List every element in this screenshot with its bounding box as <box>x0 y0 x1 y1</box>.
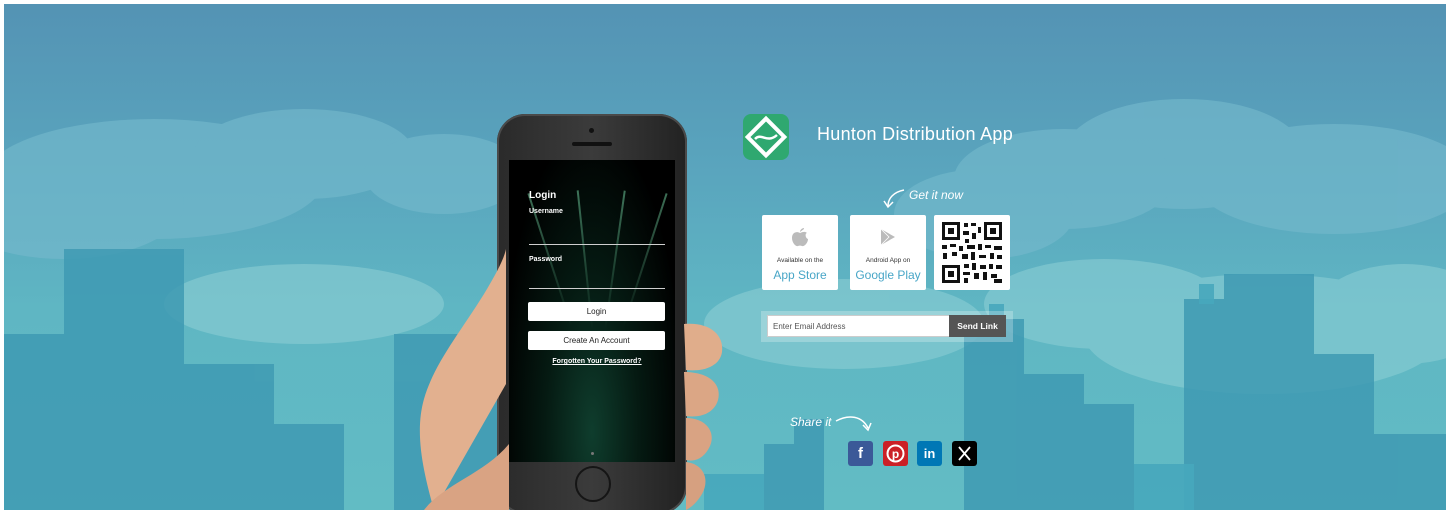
play-icon <box>880 228 895 246</box>
phone-home-button <box>575 466 611 502</box>
sky-city-illustration <box>4 99 1446 510</box>
x-icon[interactable] <box>952 441 977 466</box>
share-it-label: Share it <box>790 415 832 429</box>
username-field[interactable] <box>529 244 665 245</box>
phone-screen: Login Username Password Login Create An … <box>509 160 675 462</box>
phone-mockup: Login Username Password Login Create An … <box>497 114 687 510</box>
get-it-now-label: Get it now <box>909 188 964 202</box>
app-store-small-text: Available on the <box>776 257 824 264</box>
qr-code-icon <box>934 215 1010 290</box>
screen-dot <box>591 452 594 455</box>
email-input[interactable] <box>767 315 953 337</box>
forgot-password-link[interactable]: Forgotten Your Password? <box>529 358 665 365</box>
password-label: Password <box>529 256 563 263</box>
linkedin-icon[interactable]: in <box>917 441 942 466</box>
password-field[interactable] <box>529 288 665 289</box>
svg-text:p: p <box>892 447 899 461</box>
app-store-big-text: App Store <box>773 268 827 282</box>
google-play-small-text: Android App on <box>865 257 911 264</box>
pinterest-icon[interactable]: p <box>883 441 908 466</box>
phone-camera <box>589 128 594 133</box>
phone-speaker <box>572 142 612 146</box>
username-label: Username <box>529 208 563 215</box>
create-account-button[interactable]: Create An Account <box>528 331 665 350</box>
phone-login-title: Login <box>529 190 557 201</box>
hero-background: Login Username Password Login Create An … <box>4 4 1446 510</box>
facebook-icon[interactable]: f <box>848 441 873 466</box>
phone-login-button[interactable]: Login <box>528 302 665 321</box>
app-store-badge[interactable]: Available on the App Store <box>762 215 838 290</box>
app-title: Hunton Distribution App <box>817 124 1014 144</box>
send-link-button[interactable]: Send Link <box>949 315 1006 337</box>
google-play-big-text: Google Play <box>855 268 921 282</box>
google-play-badge[interactable]: Android App on Google Play <box>850 215 926 290</box>
hunton-logo-icon <box>743 114 789 160</box>
apple-icon <box>792 228 808 247</box>
email-link-form: Send Link <box>761 311 1013 342</box>
